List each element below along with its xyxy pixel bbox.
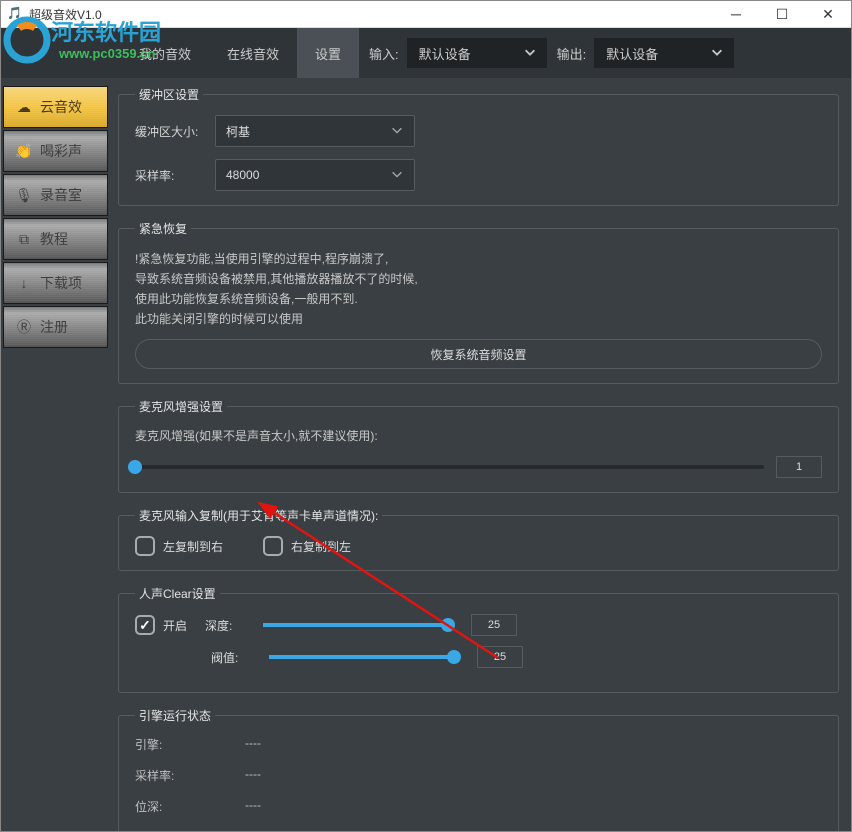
bitdepth-value: ---- <box>245 798 261 815</box>
mic-copy-group: 麦克风输入复制(用于艾肯等声卡单声道情况): 左复制到右 右复制到左 <box>118 507 839 571</box>
restore-audio-button[interactable]: 恢复系统音频设置 <box>135 339 822 369</box>
sidebar-studio[interactable]: 🎙录音室 <box>3 174 108 216</box>
chevron-down-icon <box>390 167 404 184</box>
window-title: 超级音效V1.0 <box>29 6 713 23</box>
tab-settings[interactable]: 设置 <box>297 28 359 78</box>
sidebar-register[interactable]: Ⓡ注册 <box>3 306 108 348</box>
maximize-button[interactable]: ☐ <box>759 1 805 28</box>
output-label: 输出: <box>557 44 587 63</box>
right-to-left-checkbox[interactable]: 右复制到左 <box>263 536 351 556</box>
threshold-value: 25 <box>477 646 523 668</box>
status-rate-value: ---- <box>245 767 261 784</box>
buffer-settings-group: 缓冲区设置 缓冲区大小: 柯基 采样率: 48000 <box>118 86 839 206</box>
output-device-value: 默认设备 <box>606 44 658 63</box>
hands-icon: 👏 <box>14 143 34 160</box>
input-device-select[interactable]: 默认设备 <box>407 38 547 68</box>
clear-enable-checkbox[interactable]: 开启 <box>135 615 187 635</box>
app-icon: 🎵 <box>7 6 23 22</box>
emergency-recovery-group: 紧急恢复 !紧急恢复功能,当使用引擎的过程中,程序崩溃了, 导致系统音频设备被禁… <box>118 220 839 384</box>
input-label: 输入: <box>369 44 399 63</box>
status-rate-label: 采样率: <box>135 767 245 784</box>
chevron-down-icon <box>710 45 724 62</box>
download-icon: ↓ <box>14 275 34 291</box>
threshold-slider[interactable] <box>269 655 459 659</box>
buffer-size-select[interactable]: 柯基 <box>215 115 415 147</box>
recovery-legend: 紧急恢复 <box>135 220 191 237</box>
bitdepth-label: 位深: <box>135 798 245 815</box>
buffer-legend: 缓冲区设置 <box>135 86 203 103</box>
micboost-legend: 麦克风增强设置 <box>135 398 227 415</box>
sidebar-downloads[interactable]: ↓下载项 <box>3 262 108 304</box>
book-icon: ⧉ <box>14 231 34 248</box>
mic-boost-value: 1 <box>776 456 822 478</box>
recovery-text: !紧急恢复功能,当使用引擎的过程中,程序崩溃了, 导致系统音频设备被禁用,其他播… <box>135 249 822 329</box>
status-legend: 引擎运行状态 <box>135 707 215 724</box>
sample-rate-select[interactable]: 48000 <box>215 159 415 191</box>
register-icon: Ⓡ <box>14 317 34 337</box>
input-device-value: 默认设备 <box>419 44 471 63</box>
checkbox-icon <box>135 536 155 556</box>
checkbox-icon <box>135 615 155 635</box>
left-to-right-checkbox[interactable]: 左复制到右 <box>135 536 223 556</box>
main-settings: 缓冲区设置 缓冲区大小: 柯基 采样率: 48000 <box>108 78 851 831</box>
mic-boost-slider[interactable] <box>135 465 764 469</box>
chevron-down-icon <box>523 45 537 62</box>
tab-online-effects[interactable]: 在线音效 <box>209 28 297 78</box>
mic-icon: 🎙 <box>14 187 34 204</box>
depth-label: 深度: <box>205 617 245 634</box>
sidebar-cheer[interactable]: 👏喝彩声 <box>3 130 108 172</box>
tab-my-effects[interactable]: 我的音效 <box>121 28 209 78</box>
miccopy-legend: 麦克风输入复制(用于艾肯等声卡单声道情况): <box>135 507 382 524</box>
buffer-size-label: 缓冲区大小: <box>135 123 215 140</box>
sidebar-cloud-effects[interactable]: ☁云音效 <box>3 86 108 128</box>
topbar: 河东软件园 www.pc0359.cn 我的音效 在线音效 设置 输入: 默认设… <box>1 28 851 78</box>
threshold-label: 阀值: <box>211 649 251 666</box>
micboost-hint: 麦克风增强(如果不是声音太小,就不建议使用): <box>135 427 822 444</box>
sample-rate-label: 采样率: <box>135 167 215 184</box>
hw-input-label: 硬件输入: <box>135 829 245 831</box>
engine-status-group: 引擎运行状态 引擎:---- 采样率:---- 位深:---- 硬件输入:---… <box>118 707 839 831</box>
clear-legend: 人声Clear设置 <box>135 585 220 602</box>
close-button[interactable]: ✕ <box>805 1 851 28</box>
minimize-button[interactable]: ─ <box>713 1 759 28</box>
mic-boost-group: 麦克风增强设置 麦克风增强(如果不是声音太小,就不建议使用): 1 <box>118 398 839 493</box>
depth-slider[interactable] <box>263 623 453 627</box>
cloud-icon: ☁ <box>14 99 34 116</box>
titlebar: 🎵 超级音效V1.0 ─ ☐ ✕ <box>1 1 851 28</box>
output-device-select[interactable]: 默认设备 <box>594 38 734 68</box>
hw-input-value: ---- <box>245 829 261 831</box>
sidebar-tutorial[interactable]: ⧉教程 <box>3 218 108 260</box>
engine-value: ---- <box>245 736 261 753</box>
chevron-down-icon <box>390 123 404 140</box>
depth-value: 25 <box>471 614 517 636</box>
engine-label: 引擎: <box>135 736 245 753</box>
checkbox-icon <box>263 536 283 556</box>
sidebar: ☁云音效 👏喝彩声 🎙录音室 ⧉教程 ↓下载项 Ⓡ注册 <box>1 78 108 831</box>
voice-clear-group: 人声Clear设置 开启 深度: 25 阀值: 25 <box>118 585 839 693</box>
